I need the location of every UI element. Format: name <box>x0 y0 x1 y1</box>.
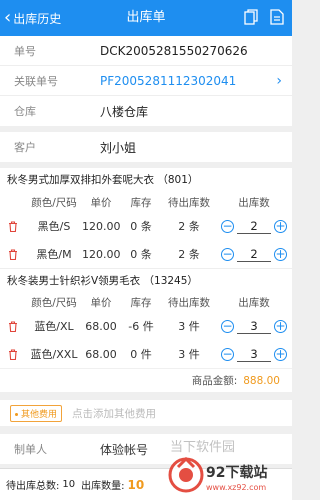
product-title: 秋冬装男士针织衫V领男毛衣 （13245） <box>0 268 292 292</box>
col-pending: 待出库数 <box>168 196 210 209</box>
table-header: 颜色/尺码 单价 库存 待出库数 出库数 <box>0 292 292 312</box>
product-title: 秋冬男式加厚双排扣外套呢大衣 （801） <box>7 174 199 186</box>
trash-icon[interactable] <box>0 320 26 332</box>
quantity-input[interactable]: 3 <box>237 318 271 334</box>
customer-row[interactable]: 客户 刘小姐 <box>0 132 292 162</box>
out-qty-label: 出库数量: <box>81 481 125 492</box>
table-row: 黑色/S 120.00 0 条 2 条 − 2 + <box>0 212 292 240</box>
cell-price: 120.00 <box>82 247 121 261</box>
app-header: ‹ 出库历史 出库单 <box>0 0 292 36</box>
col-stock: 库存 <box>130 196 152 209</box>
other-fees-row[interactable]: 其他费用 点击添加其他费用 <box>0 400 292 426</box>
plus-icon[interactable]: + <box>274 319 287 333</box>
plus-icon[interactable]: + <box>274 247 287 261</box>
customer-value[interactable]: 刘小姐 <box>100 139 136 156</box>
svg-text:92下载站: 92下载站 <box>206 464 267 481</box>
order-no-label: 单号 <box>14 44 36 58</box>
quantity-input[interactable]: 2 <box>237 246 271 262</box>
svg-text:当下软件园: 当下软件园 <box>170 440 235 455</box>
cell-color-size: 黑色/M <box>36 248 72 261</box>
pending-total-label: 待出库总数: <box>6 481 60 492</box>
trash-icon[interactable] <box>0 220 26 232</box>
minus-icon[interactable]: − <box>221 319 234 333</box>
quantity-input[interactable]: 2 <box>237 218 271 234</box>
amount-summary: 商品金额: 888.00 <box>0 368 292 392</box>
cell-color-size: 蓝色/XL <box>34 320 74 333</box>
related-no-label: 关联单号 <box>14 74 58 88</box>
add-fee-hint[interactable]: 点击添加其他费用 <box>72 406 156 421</box>
cell-pending: 3 件 <box>178 348 200 361</box>
minus-icon[interactable]: − <box>221 219 234 233</box>
col-price: 单价 <box>90 196 112 209</box>
other-fees-badge: 其他费用 <box>10 404 63 422</box>
cell-stock: -6 件 <box>128 320 154 333</box>
quantity-stepper: − 3 + <box>216 346 292 362</box>
related-no-link[interactable]: PF2005281112302041 <box>100 74 236 88</box>
cell-pending: 3 件 <box>178 320 200 333</box>
amount-value: 888.00 <box>243 375 280 387</box>
col-price: 单价 <box>90 296 112 309</box>
cell-pending: 2 条 <box>178 220 200 233</box>
table-row: 蓝色/XL 68.00 -6 件 3 件 − 3 + <box>0 312 292 340</box>
plus-icon[interactable]: + <box>274 219 287 233</box>
cell-stock: 0 件 <box>130 348 152 361</box>
cell-stock: 0 条 <box>130 248 152 261</box>
col-out: 出库数 <box>238 296 270 309</box>
cell-pending: 2 条 <box>178 248 200 261</box>
quantity-input[interactable]: 3 <box>237 346 271 362</box>
trash-icon[interactable] <box>0 248 26 260</box>
cell-price: 120.00 <box>82 219 121 233</box>
amount-label: 商品金额: <box>191 375 238 387</box>
svg-text:www.xz92.com: www.xz92.com <box>206 483 266 492</box>
order-form: 单号 DCK2005281550270626 关联单号 PF2005281112… <box>0 36 292 126</box>
out-qty-value: 10 <box>127 477 145 492</box>
table-row: 蓝色/XXL 68.00 0 件 3 件 − 3 + <box>0 340 292 368</box>
document-icon[interactable] <box>270 9 284 25</box>
plus-icon[interactable]: + <box>274 347 287 361</box>
cell-color-size: 黑色/S <box>37 220 71 233</box>
maker-value: 体验帐号 <box>100 442 149 457</box>
cell-price: 68.00 <box>85 319 117 333</box>
order-no-value: DCK2005281550270626 <box>100 43 248 58</box>
trash-icon[interactable] <box>0 348 26 360</box>
quantity-stepper: − 2 + <box>216 218 292 234</box>
table-row: 黑色/M 120.00 0 条 2 条 − 2 + <box>0 240 292 268</box>
quantity-stepper: − 3 + <box>216 318 292 334</box>
table-header: 颜色/尺码 单价 库存 待出库数 出库数 <box>0 192 292 212</box>
cell-price: 68.00 <box>85 347 117 361</box>
minus-icon[interactable]: − <box>221 347 234 361</box>
cell-color-size: 蓝色/XXL <box>30 348 78 361</box>
product-list: 秋冬男式加厚双排扣外套呢大衣 （801） 颜色/尺码 单价 库存 待出库数 出库… <box>0 168 292 392</box>
cell-stock: 0 条 <box>130 220 152 233</box>
watermark-logo: 当下软件园 92下载站 www.xz92.com <box>168 440 267 493</box>
minus-icon[interactable]: − <box>221 247 234 261</box>
col-stock: 库存 <box>130 296 152 309</box>
col-pending: 待出库数 <box>168 296 210 309</box>
warehouse-label: 仓库 <box>14 105 36 118</box>
related-no-row[interactable]: 关联单号 PF2005281112302041 › <box>0 66 292 96</box>
quantity-stepper: − 2 + <box>216 246 292 262</box>
customer-label: 客户 <box>14 141 36 154</box>
col-color-size: 颜色/尺码 <box>31 296 77 309</box>
col-color-size: 颜色/尺码 <box>31 196 77 209</box>
col-out: 出库数 <box>238 196 270 209</box>
order-no-row: 单号 DCK2005281550270626 <box>0 36 292 66</box>
copy-icon[interactable] <box>244 9 258 25</box>
pending-total-value: 10 <box>62 479 76 490</box>
chevron-right-icon[interactable]: › <box>276 73 282 89</box>
warehouse-value: 八楼仓库 <box>100 104 149 119</box>
maker-label: 制单人 <box>14 443 47 456</box>
warehouse-row: 仓库 八楼仓库 <box>0 96 292 126</box>
